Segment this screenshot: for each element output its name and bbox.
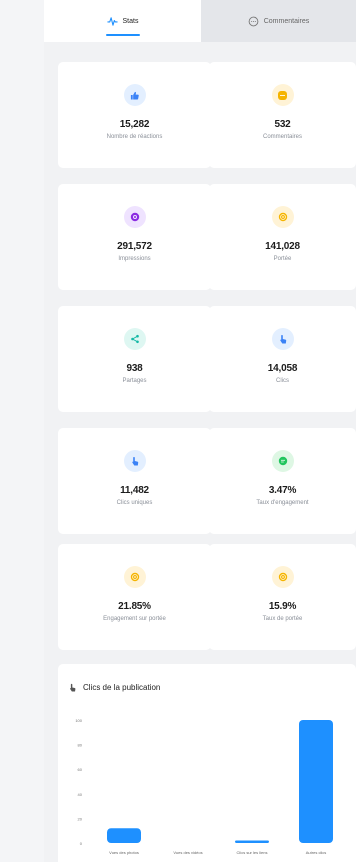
stat-card-engagement-reach: 21.85% Engagement sur portée: [58, 544, 211, 650]
stat-label: Engagement sur portée: [103, 616, 166, 622]
pointer-icon: [70, 683, 76, 692]
x-tick-label: Clics sur les liens: [237, 850, 268, 855]
stat-value: 938: [126, 363, 143, 374]
pointer-icon: [123, 450, 146, 472]
stat-card-shares: 938 Partages: [58, 306, 211, 412]
stat-card-comments: 532 Commentaires: [209, 62, 356, 168]
stat-label: Clics uniques: [116, 500, 153, 506]
stat-card-unique-clicks: 11,482 Clics uniques: [58, 428, 211, 534]
stat-card-reach: 141,028 Portée: [209, 184, 356, 290]
stat-label: Nombre de réactions: [106, 134, 163, 140]
bar-3[interactable]: [299, 720, 333, 843]
stat-label: Taux de portée: [262, 616, 303, 622]
pointer-icon: [271, 328, 294, 350]
tab-bar: Stats Commentaires: [44, 0, 356, 42]
stat-value: 21.85%: [118, 601, 151, 612]
bar-2[interactable]: [235, 840, 269, 843]
comment-icon: [248, 16, 259, 26]
reach-icon: [271, 206, 294, 228]
thumbs-up-icon: [123, 84, 146, 106]
y-tick-label: 0: [80, 841, 83, 846]
x-tick-label: Vues des vidéos: [173, 850, 202, 855]
comment-icon: [271, 84, 294, 106]
share-icon: [123, 328, 146, 350]
stat-value: 15.9%: [268, 601, 297, 612]
stat-card-engagement-rate: 3.47% Taux d'engagement: [209, 428, 356, 534]
tab-comments-label: Commentaires: [263, 17, 310, 25]
stat-value: 14,058: [267, 363, 298, 374]
y-tick-label: 60: [78, 767, 83, 772]
reach-icon: [123, 566, 146, 588]
stat-label: Partages: [122, 378, 147, 384]
stat-value: 11,482: [120, 485, 149, 496]
x-tick-label: Vues des photos: [109, 850, 139, 855]
stat-card-clicks: 14,058 Clics: [209, 306, 356, 412]
tab-stats[interactable]: Stats: [44, 0, 201, 42]
stat-card-impressions: 291,572 Impressions: [58, 184, 211, 290]
stat-value: 141,028: [265, 241, 300, 252]
chart-title: Clics de la publication: [68, 683, 160, 692]
stat-label: Taux d'engagement: [256, 500, 309, 506]
stat-value: 3.47%: [268, 485, 297, 496]
stat-label: Commentaires: [262, 134, 302, 140]
tab-comments[interactable]: Commentaires: [201, 0, 356, 42]
y-tick-label: 80: [78, 743, 83, 748]
eye-icon: [123, 206, 146, 228]
bar-0[interactable]: [107, 828, 141, 843]
stat-card-reach-rate: 15.9% Taux de portée: [209, 544, 356, 650]
clicks-chart-card: Clics de la publication 0 20 40 60 80 100 Vues…: [58, 664, 356, 862]
y-tick-label: 40: [78, 792, 83, 797]
chat-icon: [271, 450, 294, 472]
clicks-bar-chart: 0 20 40 60 80 100 Vues des photos Vues des vidé…: [75, 718, 333, 855]
chart-title-text: Clics de la publication: [83, 683, 161, 692]
reach-icon: [271, 566, 294, 588]
y-tick-label: 20: [78, 816, 83, 821]
stat-value: 15,282: [119, 119, 150, 130]
tab-stats-label: Stats: [122, 17, 139, 25]
stat-card-reactions: 15,282 Nombre de réactions: [58, 62, 211, 168]
x-tick-label: Autres clics: [306, 850, 326, 855]
y-tick-label: 100: [75, 718, 82, 723]
stat-label: Clics: [276, 378, 289, 384]
activity-icon: [106, 16, 118, 26]
stat-value: 532: [274, 119, 291, 130]
stat-label: Impressions: [118, 256, 151, 262]
stats-panel: Stats Commentaires 15,282 Nombre de réac…: [44, 0, 356, 862]
stat-value: 291,572: [117, 241, 152, 252]
stat-label: Portée: [273, 256, 292, 262]
